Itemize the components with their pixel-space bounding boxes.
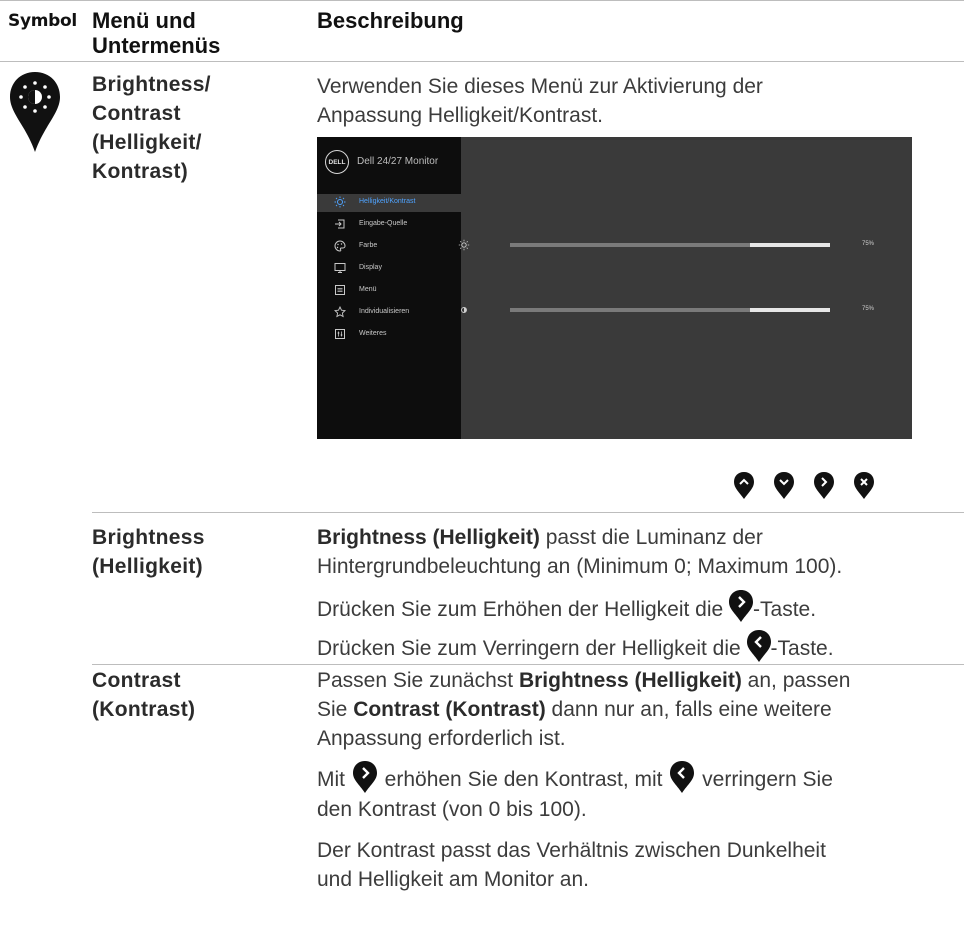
header-menu-line1: Menü und	[92, 8, 196, 33]
color-icon	[334, 240, 346, 252]
desc-bold: Contrast (Kontrast)	[353, 698, 546, 721]
star-icon	[334, 306, 346, 318]
menu-title-line: (Kontrast)	[92, 698, 196, 721]
right-pin-icon	[729, 590, 754, 623]
desc-bold: Brightness (Helligkeit)	[317, 526, 540, 549]
down-pin-icon	[774, 472, 794, 499]
desc-line: Sie Contrast (Kontrast) dann nur an, fal…	[317, 695, 850, 724]
row-rule-contrast	[92, 664, 964, 665]
desc-line: Anpassung erforderlich ist.	[317, 727, 566, 750]
desc-line: Anpassung Helligkeit/Kontrast.	[317, 104, 603, 127]
main-description: Verwenden Sie dieses Menü zur Aktivierun…	[317, 72, 763, 130]
osd-item-color[interactable]: Farbe	[317, 238, 461, 256]
right-pin-icon	[352, 761, 377, 794]
left-pin-icon	[670, 761, 695, 794]
left-pin-icon	[746, 629, 771, 662]
desc-line: Hintergrundbeleuchtung an (Minimum 0; Ma…	[317, 555, 843, 578]
desc-text: -Taste.	[770, 637, 834, 661]
desc-text: Mit	[317, 768, 351, 791]
desc-text: -Taste.	[753, 598, 817, 621]
osd-sidebar: DELL Dell 24/27 Monitor Helligkeit/Kontr…	[317, 137, 461, 439]
desc-line: Mit erhöhen Sie den Kontrast, mit verrin…	[317, 761, 850, 795]
desc-bold: Brightness (Helligkeit)	[518, 669, 742, 692]
menu-title-line: Brightness	[92, 526, 205, 549]
osd-screenshot: DELL Dell 24/27 Monitor Helligkeit/Kontr…	[317, 137, 912, 439]
menu-title-line: Kontrast)	[92, 160, 189, 183]
display-icon	[334, 263, 346, 273]
header-rule	[0, 61, 964, 62]
desc-text: Drücken Sie zum Erhöhen der Helligkeit d…	[317, 598, 730, 621]
osd-item-input-source[interactable]: Eingabe-Quelle	[317, 216, 461, 234]
osd-item-personalize[interactable]: Individualisieren	[317, 304, 461, 322]
up-pin-icon	[734, 472, 754, 499]
desc-text: erhöhen Sie den Kontrast, mit	[378, 768, 669, 791]
desc-line: Brightness (Helligkeit) passt die Lumina…	[317, 523, 842, 552]
menu-title-line: (Helligkeit)	[92, 555, 203, 578]
desc-text: Passen Sie zunächst	[317, 669, 519, 692]
osd-item-label: Eingabe-Quelle	[359, 220, 408, 227]
osd-item-menu[interactable]: Menü	[317, 282, 461, 300]
brightness-slider-rest	[750, 243, 830, 247]
desc-line: Der Kontrast passt das Verhältnis zwisch…	[317, 839, 826, 863]
contrast-icon	[461, 307, 467, 313]
header-description: Beschreibung	[317, 8, 464, 33]
desc-text: an, passen	[741, 669, 851, 692]
sun-icon	[458, 239, 470, 251]
brightness-pin-icon	[10, 72, 60, 152]
contrast-description: Passen Sie zunächst Brightness (Helligke…	[317, 666, 850, 894]
desc-line: den Kontrast (von 0 bis 100).	[317, 798, 587, 822]
brightness-icon	[334, 196, 346, 208]
contrast-slider-rest	[750, 308, 830, 312]
header-menu-line2: Untermenüs	[92, 33, 221, 58]
menu-title-brightness: Brightness (Helligkeit)	[92, 523, 205, 581]
osd-item-brightness-contrast[interactable]: Helligkeit/Kontrast	[317, 194, 461, 212]
desc-line: Drücken Sie zum Verringern der Helligkei…	[317, 629, 842, 663]
row-rule-brightness	[92, 512, 964, 513]
osd-item-label: Weiteres	[359, 330, 387, 337]
desc-text: Sie	[317, 698, 354, 721]
header-menu: Menü und Untermenüs	[92, 8, 220, 58]
menu-title-contrast: Contrast (Kontrast)	[92, 666, 195, 724]
desc-line: Passen Sie zunächst Brightness (Helligke…	[317, 666, 850, 695]
others-icon	[335, 329, 345, 339]
menu-title-brightness-contrast: Brightness/ Contrast (Helligkeit/ Kontra…	[92, 70, 211, 186]
contrast-slider[interactable]	[510, 308, 830, 312]
osd-item-others[interactable]: Weiteres	[317, 326, 461, 344]
brightness-slider[interactable]	[510, 243, 830, 247]
desc-text: Drücken Sie zum Verringern der Helligkei…	[317, 637, 747, 661]
desc-line: Drücken Sie zum Erhöhen der Helligkeit d…	[317, 590, 842, 624]
desc-text: verringern Sie	[696, 768, 833, 791]
desc-line: Verwenden Sie dieses Menü zur Aktivierun…	[317, 75, 763, 98]
osd-item-label: Individualisieren	[359, 308, 410, 315]
desc-text: dann nur an, falls eine weitere	[545, 698, 832, 721]
menu-title-line: Brightness/	[92, 73, 211, 96]
menu-title-line: (Helligkeit/	[92, 131, 202, 154]
header-symbol: Symbol	[8, 11, 77, 31]
input-source-icon	[335, 219, 345, 229]
menu-title-line: Contrast	[92, 102, 181, 125]
right-pin-icon	[814, 472, 834, 499]
desc-line: und Helligkeit am Monitor an.	[317, 868, 589, 892]
menu-icon	[335, 285, 345, 295]
dell-logo: DELL	[325, 150, 349, 174]
osd-item-label: Farbe	[359, 242, 378, 249]
menu-title-line: Contrast	[92, 669, 181, 692]
brightness-description: Brightness (Helligkeit) passt die Lumina…	[317, 523, 842, 664]
brightness-value: 75%	[862, 241, 875, 247]
osd-title: Dell 24/27 Monitor	[357, 156, 439, 167]
desc-text: passt die Luminanz der	[539, 526, 763, 549]
osd-item-label: Display	[359, 264, 382, 271]
close-pin-icon	[854, 472, 874, 499]
table-top-rule	[0, 0, 964, 1]
osd-item-label: Helligkeit/Kontrast	[359, 198, 416, 205]
osd-item-label: Menü	[359, 286, 377, 293]
contrast-value: 75%	[862, 306, 875, 312]
osd-item-display[interactable]: Display	[317, 260, 461, 278]
